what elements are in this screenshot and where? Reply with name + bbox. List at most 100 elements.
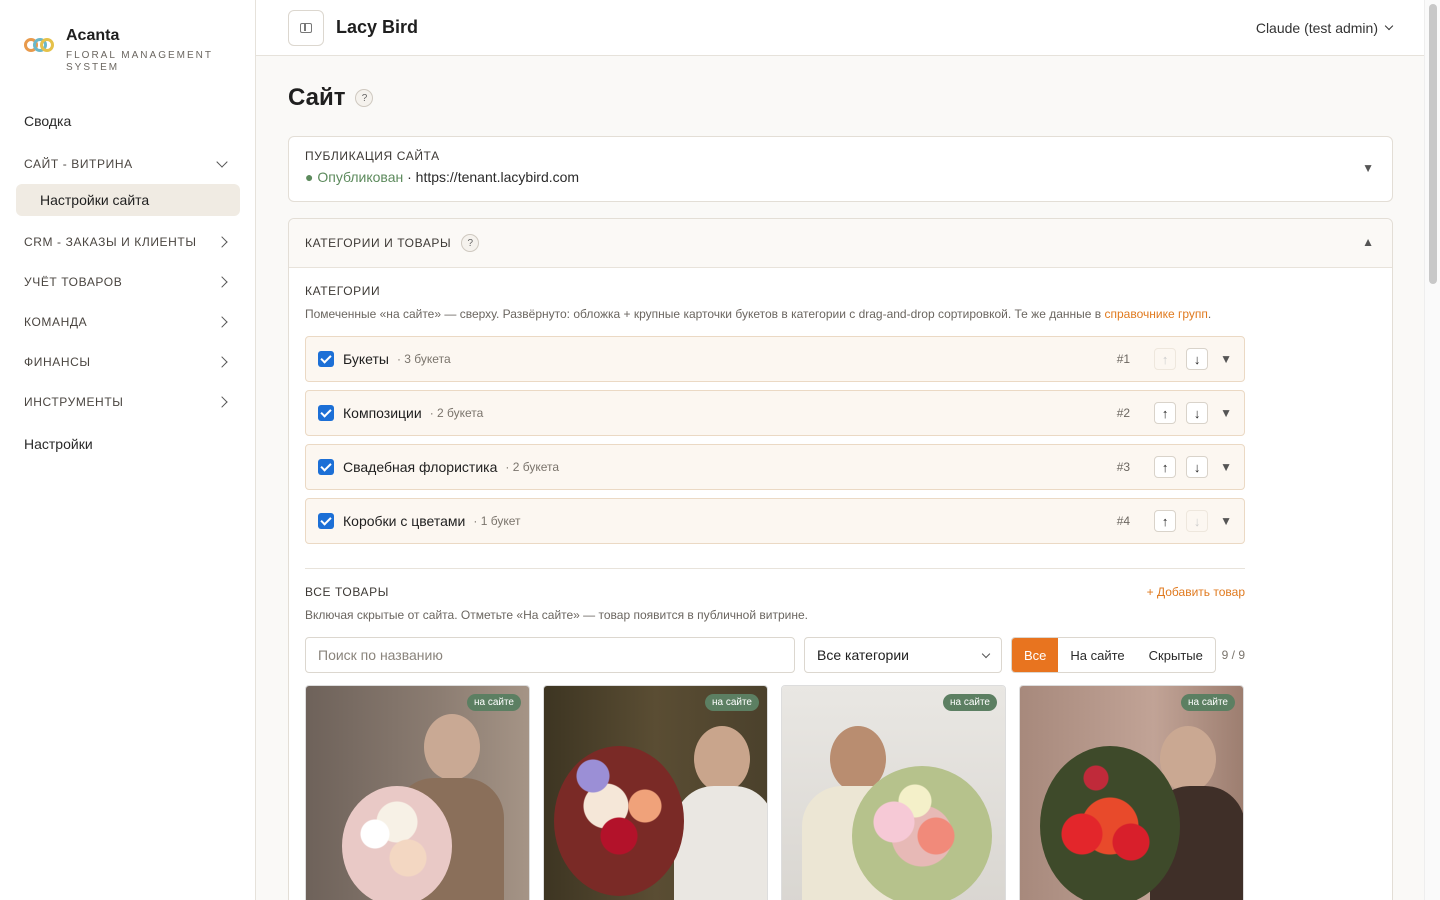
brand-subtitle: FLORAL MANAGEMENT SYSTEM bbox=[66, 50, 213, 73]
filter-on-site-button[interactable]: На сайте bbox=[1058, 638, 1136, 672]
help-icon[interactable]: ? bbox=[355, 89, 374, 107]
select-value: Все категории bbox=[817, 647, 909, 663]
sidebar-section-label: CRM - ЗАКАЗЫ И КЛИЕНТЫ bbox=[24, 235, 197, 249]
category-row[interactable]: Композиции · 2 букета #2 ↑ ↓ ▼ bbox=[305, 390, 1245, 436]
move-down-button[interactable]: ↓ bbox=[1186, 510, 1209, 532]
user-menu[interactable]: Claude (test admin) bbox=[1255, 19, 1394, 36]
move-up-button[interactable]: ↑ bbox=[1154, 510, 1177, 532]
categories-card-header[interactable]: КАТЕГОРИИ И ТОВАРЫ ? ▲ bbox=[289, 219, 1392, 268]
site-url[interactable]: https://tenant.lacybird.com bbox=[416, 169, 579, 185]
on-site-badge: на сайте bbox=[942, 694, 997, 711]
category-count: · 1 букет bbox=[473, 514, 521, 528]
sidebar-item-site-settings[interactable]: Настройки сайта bbox=[16, 184, 240, 216]
expand-caret-icon[interactable]: ▼ bbox=[1220, 460, 1232, 474]
move-down-button[interactable]: ↓ bbox=[1186, 402, 1209, 424]
product-card[interactable]: на сайте bbox=[305, 685, 530, 900]
category-position: #2 bbox=[1116, 406, 1131, 420]
brand-name: Acanta bbox=[66, 27, 120, 44]
product-card[interactable]: на сайте bbox=[1019, 685, 1244, 900]
groups-reference-link[interactable]: справочнике групп bbox=[1105, 307, 1208, 321]
sidebar-section-inventory[interactable]: УЧЁТ ТОВАРОВ bbox=[16, 262, 240, 302]
product-photo bbox=[852, 766, 992, 900]
chevron-right-icon bbox=[216, 316, 228, 328]
category-list: Букеты · 3 букета #1 ↑ ↓ ▼ Композиции · … bbox=[305, 336, 1245, 544]
sidebar-section-label: ФИНАНСЫ bbox=[24, 355, 91, 369]
move-up-button[interactable]: ↑ bbox=[1154, 348, 1177, 370]
help-icon[interactable]: ? bbox=[461, 234, 480, 252]
product-photo bbox=[342, 786, 452, 900]
product-card[interactable]: на сайте bbox=[781, 685, 1006, 900]
product-photo bbox=[694, 726, 750, 792]
move-up-button[interactable]: ↑ bbox=[1154, 456, 1177, 478]
sidebar-item-summary[interactable]: Сводка bbox=[16, 104, 240, 138]
top-header: Lacy Bird Claude (test admin) bbox=[256, 0, 1424, 56]
on-site-badge: на сайте bbox=[704, 694, 759, 711]
add-product-button[interactable]: + Добавить товар bbox=[1147, 585, 1245, 599]
product-filters: Все категории Все На сайте Скрытые 9 / 9 bbox=[305, 637, 1245, 673]
brand[interactable]: Acanta FLORAL MANAGEMENT SYSTEM bbox=[24, 26, 216, 74]
filter-hidden-button[interactable]: Скрытые bbox=[1137, 638, 1215, 672]
sidebar-section-tools[interactable]: ИНСТРУМЕНТЫ bbox=[16, 382, 240, 422]
sidebar-section-team[interactable]: КОМАНДА bbox=[16, 302, 240, 342]
on-site-badge: на сайте bbox=[1180, 694, 1235, 711]
on-site-checkbox[interactable] bbox=[318, 459, 334, 475]
chevron-down-icon bbox=[216, 156, 228, 168]
filter-all-button[interactable]: Все bbox=[1012, 638, 1059, 672]
publication-status-line: ● Опубликован · https://tenant.lacybird.… bbox=[305, 169, 1376, 185]
search-input[interactable] bbox=[305, 637, 795, 673]
move-up-button[interactable]: ↑ bbox=[1154, 402, 1177, 424]
scrollbar-thumb[interactable] bbox=[1429, 4, 1437, 284]
sidebar-item-label: Сводка bbox=[24, 113, 72, 129]
category-select[interactable]: Все категории bbox=[804, 637, 1002, 673]
chevron-down-icon bbox=[981, 649, 991, 658]
product-grid: на сайте на сайте на сайте на сайте bbox=[305, 685, 1245, 900]
sidebar-item-label: Настройки bbox=[24, 436, 93, 452]
category-row[interactable]: Коробки с цветами · 1 букет #4 ↑ ↓ ▼ bbox=[305, 498, 1245, 544]
product-photo bbox=[424, 714, 480, 780]
page-title-text: Сайт bbox=[288, 84, 346, 111]
sidebar-section-crm[interactable]: CRM - ЗАКАЗЫ И КЛИЕНТЫ bbox=[16, 222, 240, 262]
products-header: ВСЕ ТОВАРЫ + Добавить товар bbox=[305, 585, 1245, 599]
category-count: · 2 букета bbox=[505, 460, 560, 474]
sidebar: Acanta FLORAL MANAGEMENT SYSTEM Сводка С… bbox=[0, 0, 256, 900]
product-photo bbox=[554, 746, 684, 896]
sidebar-toggle-button[interactable] bbox=[288, 9, 324, 46]
expand-caret-icon[interactable]: ▼ bbox=[1220, 406, 1232, 420]
caret-up-icon[interactable]: ▲ bbox=[1362, 235, 1374, 249]
expand-caret-icon[interactable]: ▼ bbox=[1220, 352, 1232, 366]
sidebar-section-label: КОМАНДА bbox=[24, 315, 88, 329]
sidebar-section-label: ИНСТРУМЕНТЫ bbox=[24, 395, 124, 409]
category-position: #4 bbox=[1116, 514, 1131, 528]
move-down-button[interactable]: ↓ bbox=[1186, 348, 1209, 370]
category-row[interactable]: Свадебная флористика · 2 букета #3 ↑ ↓ ▼ bbox=[305, 444, 1245, 490]
description-text: Помеченные «на сайте» — сверху. Развёрну… bbox=[305, 307, 1105, 321]
page-scrollbar[interactable] bbox=[1424, 0, 1440, 900]
user-name: Claude (test admin) bbox=[1255, 19, 1378, 36]
publication-card[interactable]: ПУБЛИКАЦИЯ САЙТА ● Опубликован · https:/… bbox=[288, 136, 1393, 202]
visibility-filter: Все На сайте Скрытые bbox=[1011, 637, 1216, 673]
category-position: #1 bbox=[1116, 352, 1131, 366]
sidebar-toggle-icon bbox=[300, 22, 312, 33]
caret-down-icon[interactable]: ▼ bbox=[1362, 161, 1374, 175]
divider bbox=[305, 568, 1245, 569]
sidebar-item-settings[interactable]: Настройки bbox=[16, 422, 240, 466]
sidebar-section-finance[interactable]: ФИНАНСЫ bbox=[16, 342, 240, 382]
product-photo bbox=[1040, 746, 1180, 900]
category-row[interactable]: Букеты · 3 букета #1 ↑ ↓ ▼ bbox=[305, 336, 1245, 382]
on-site-checkbox[interactable] bbox=[318, 405, 334, 421]
product-counter: 9 / 9 bbox=[1221, 648, 1245, 662]
on-site-checkbox[interactable] bbox=[318, 513, 334, 529]
categories-card-label: КАТЕГОРИИ И ТОВАРЫ bbox=[305, 236, 452, 250]
products-label: ВСЕ ТОВАРЫ bbox=[305, 585, 389, 599]
chevron-right-icon bbox=[216, 356, 228, 368]
on-site-checkbox[interactable] bbox=[318, 351, 334, 367]
chevron-down-icon bbox=[1384, 21, 1394, 31]
move-down-button[interactable]: ↓ bbox=[1186, 456, 1209, 478]
products-description: Включая скрытые от сайта. Отметьте «На с… bbox=[305, 608, 808, 622]
chevron-right-icon bbox=[216, 236, 228, 248]
expand-caret-icon[interactable]: ▼ bbox=[1220, 514, 1232, 528]
sidebar-nav: Сводка САЙТ - ВИТРИНА Настройки сайта CR… bbox=[16, 104, 240, 466]
sidebar-section-site[interactable]: САЙТ - ВИТРИНА bbox=[16, 144, 240, 184]
description-end: . bbox=[1207, 307, 1212, 321]
product-card[interactable]: на сайте bbox=[543, 685, 768, 900]
